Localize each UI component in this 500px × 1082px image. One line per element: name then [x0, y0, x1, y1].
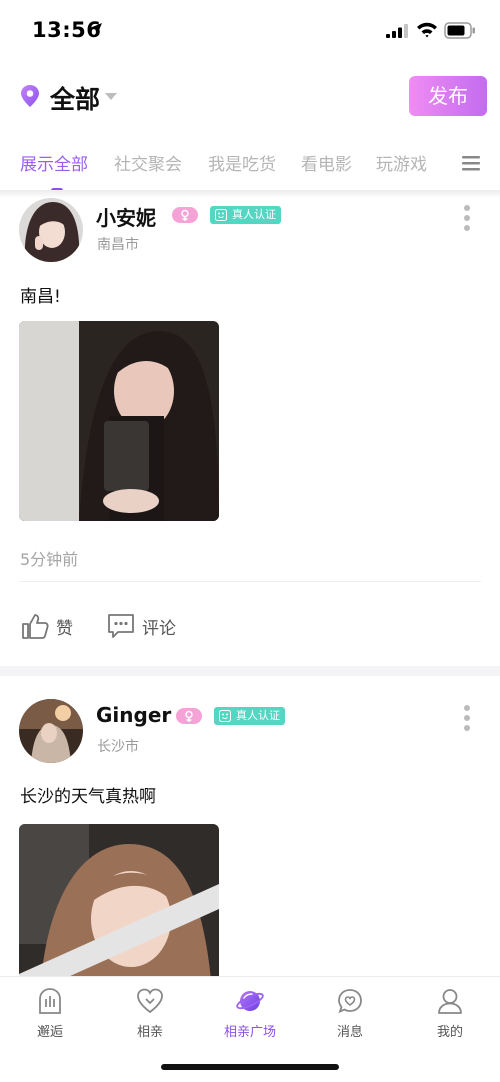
- profile-icon: [438, 989, 462, 1014]
- tab-foodie[interactable]: 我是吃货: [208, 150, 276, 175]
- tab-social-party[interactable]: 社交聚会: [114, 150, 182, 175]
- nav-label: 相亲: [136, 1025, 163, 1040]
- header: 全部 发布: [0, 62, 500, 132]
- feed[interactable]: 小安妮 真人认证 南昌市 南昌! 5分钟前 赞 评论 Ginger 真人认证 长…: [0, 196, 500, 976]
- home-indicator[interactable]: [161, 1064, 339, 1070]
- battery-icon: [444, 22, 475, 39]
- thumbs-up-icon: [22, 614, 49, 639]
- nav-label: 我的: [436, 1025, 463, 1040]
- publish-button[interactable]: 发布: [409, 76, 487, 116]
- cellular-signal-icon: [386, 24, 408, 38]
- gender-badge: [172, 207, 198, 223]
- like-label: 赞: [56, 618, 73, 639]
- post-text: 长沙的天气真热啊: [20, 787, 156, 807]
- caret-down-icon[interactable]: [104, 92, 118, 101]
- wifi-icon: [417, 22, 437, 38]
- post-author-name[interactable]: 小安妮: [96, 202, 156, 231]
- post-photo[interactable]: [19, 824, 219, 976]
- divider: [19, 581, 481, 582]
- smile-icon: [219, 710, 231, 722]
- location-arrow-icon: [90, 23, 102, 35]
- nav-label: 消息: [336, 1025, 363, 1040]
- comment-button[interactable]: 评论: [106, 612, 176, 640]
- nav-profile[interactable]: 我的: [400, 977, 500, 1057]
- like-button[interactable]: 赞: [20, 612, 73, 640]
- avatar[interactable]: [19, 198, 83, 262]
- tab-show-all[interactable]: 展示全部: [20, 150, 88, 175]
- tab-movies[interactable]: 看电影: [301, 150, 352, 175]
- verified-badge: 真人认证: [210, 206, 281, 224]
- section-gap: [0, 666, 500, 676]
- encounter-icon: [39, 988, 61, 1014]
- verified-badge: 真人认证: [214, 707, 285, 725]
- more-options-icon[interactable]: [463, 704, 471, 732]
- post-text: 南昌!: [20, 287, 61, 307]
- smile-icon: [215, 209, 227, 221]
- gender-badge: [176, 708, 202, 724]
- heart-icon: [137, 988, 163, 1014]
- post-timestamp: 5分钟前: [20, 550, 79, 569]
- menu-icon[interactable]: [462, 155, 480, 171]
- nav-messages[interactable]: 消息: [300, 977, 400, 1057]
- tab-games[interactable]: 玩游戏: [376, 150, 427, 175]
- female-icon: [185, 710, 193, 722]
- comment-icon: [108, 614, 134, 638]
- more-options-icon[interactable]: [463, 204, 471, 232]
- post-author-name[interactable]: Ginger: [96, 703, 171, 727]
- nav-matchmaking[interactable]: 相亲: [100, 977, 200, 1057]
- verified-label: 真人认证: [236, 709, 280, 722]
- nav-label: 邂逅: [36, 1025, 63, 1040]
- nav-square[interactable]: 相亲广场: [200, 977, 300, 1057]
- nav-label: 相亲广场: [223, 1025, 276, 1040]
- avatar[interactable]: [19, 699, 83, 763]
- comment-label: 评论: [142, 618, 176, 639]
- city-selector[interactable]: 全部: [50, 80, 100, 116]
- location-pin-icon[interactable]: [20, 84, 40, 108]
- status-bar: 13:56: [0, 0, 500, 62]
- female-icon: [181, 209, 189, 221]
- category-tabs: 展示全部 社交聚会 我是吃货 看电影 玩游戏: [0, 140, 500, 193]
- planet-icon: [236, 991, 264, 1011]
- post-city: 南昌市: [97, 237, 139, 253]
- post-photo[interactable]: [19, 321, 219, 521]
- verified-label: 真人认证: [232, 208, 276, 221]
- post-city: 长沙市: [97, 739, 139, 755]
- nav-encounter[interactable]: 邂逅: [0, 977, 100, 1057]
- message-icon: [338, 989, 362, 1014]
